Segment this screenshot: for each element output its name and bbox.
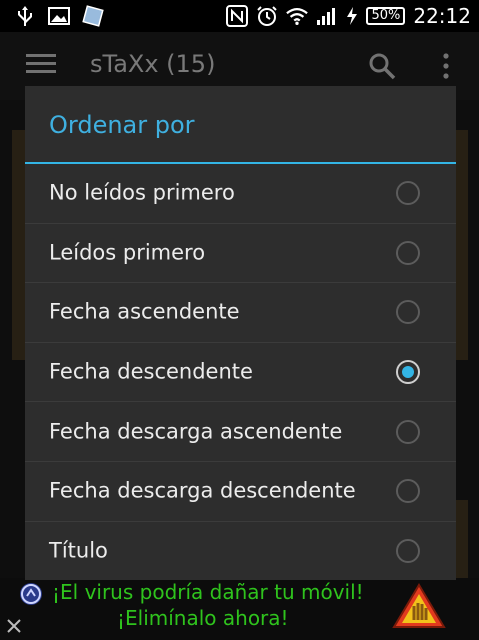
sort-option-label: No leídos primero xyxy=(49,180,235,205)
sort-option-title[interactable]: Título xyxy=(25,522,456,582)
usb-icon xyxy=(14,5,36,27)
ad-info-icon[interactable] xyxy=(20,583,42,605)
signal-icon xyxy=(316,5,338,27)
image-icon xyxy=(48,5,70,27)
battery-indicator: 50% xyxy=(366,7,406,25)
sort-dialog: Ordenar por No leídos primero Leídos pri… xyxy=(25,86,456,580)
sort-options-list: No leídos primero Leídos primero Fecha a… xyxy=(25,164,456,581)
nfc-icon xyxy=(226,5,249,27)
sort-option-date-descending[interactable]: Fecha descendente xyxy=(25,343,456,403)
screen: 50% 22:12 sTaXx (15) ¡El virus podría da… xyxy=(0,0,479,640)
clock: 22:12 xyxy=(413,4,471,28)
app-notification-icon xyxy=(82,5,104,27)
radio-button-selected[interactable] xyxy=(396,360,420,385)
status-bar: 50% 22:12 xyxy=(0,0,479,32)
sort-option-date-ascending[interactable]: Fecha ascendente xyxy=(25,283,456,343)
sort-option-unread-first[interactable]: No leídos primero xyxy=(25,164,456,224)
radio-button[interactable] xyxy=(396,419,420,444)
radio-button[interactable] xyxy=(396,539,420,564)
radio-button[interactable] xyxy=(396,479,420,504)
charging-icon xyxy=(346,5,358,27)
alarm-icon xyxy=(256,5,278,27)
sort-option-download-date-descending[interactable]: Fecha descarga descendente xyxy=(25,462,456,522)
sort-option-download-date-ascending[interactable]: Fecha descarga ascendente xyxy=(25,402,456,462)
ad-close-icon[interactable] xyxy=(4,616,24,636)
sort-option-label: Fecha descarga descendente xyxy=(49,478,356,503)
radio-button[interactable] xyxy=(396,240,420,265)
dialog-title: Ordenar por xyxy=(49,111,195,139)
sort-option-label: Fecha descendente xyxy=(49,359,253,384)
radio-button[interactable] xyxy=(396,300,420,325)
sort-option-read-first[interactable]: Leídos primero xyxy=(25,224,456,284)
ad-headline: ¡El virus podría dañar tu móvil! xyxy=(52,580,364,604)
warning-hand-icon xyxy=(391,582,447,630)
sort-option-label: Título xyxy=(49,538,108,563)
radio-button[interactable] xyxy=(396,181,420,206)
sort-option-label: Fecha descarga ascendente xyxy=(49,419,343,444)
sort-option-label: Leídos primero xyxy=(49,240,206,265)
sort-option-label: Fecha ascendente xyxy=(49,299,240,324)
wifi-icon xyxy=(286,5,309,27)
ad-subline: ¡Elimínalo ahora! xyxy=(117,606,289,630)
